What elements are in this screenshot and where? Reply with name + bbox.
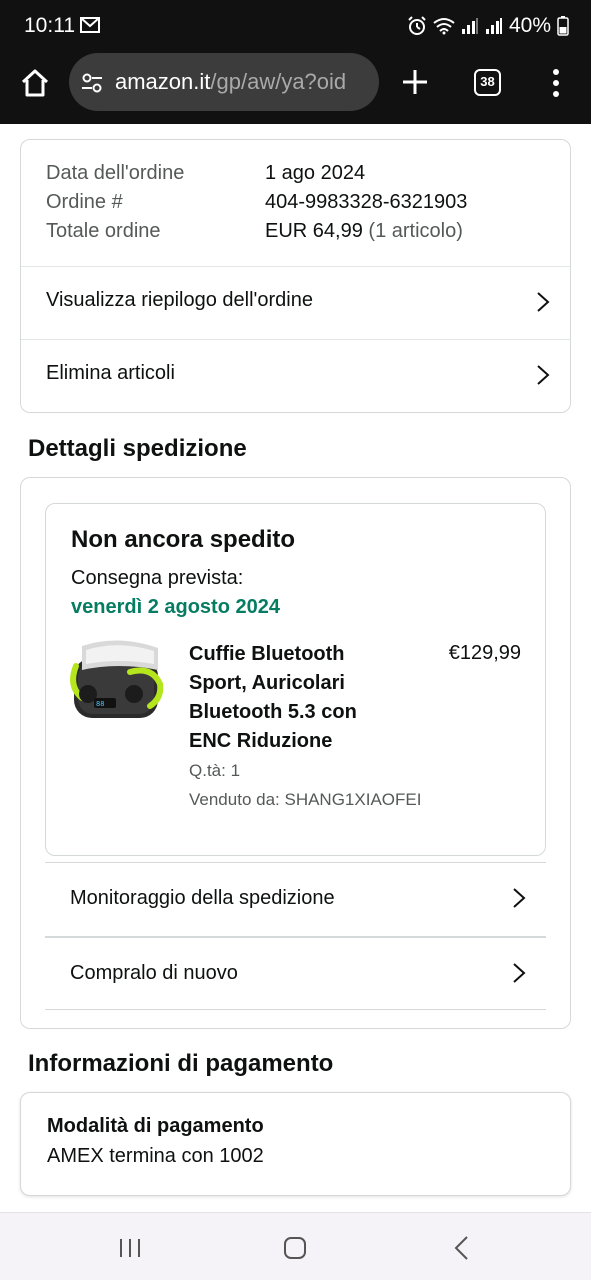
- product-title[interactable]: Cuffie Bluetooth Sport, Auricolari Bluet…: [189, 640, 399, 756]
- chevron-right-icon: [537, 365, 550, 385]
- product-image[interactable]: 88: [68, 636, 168, 728]
- status-bar: 10:11 40%: [0, 0, 591, 52]
- mail-icon: [80, 17, 100, 33]
- order-number-label: Ordine #: [46, 191, 123, 213]
- back-icon[interactable]: [450, 1235, 476, 1261]
- tab-switcher-button[interactable]: 38: [474, 69, 501, 96]
- delivery-estimate-label: Consegna prevista:: [71, 567, 244, 589]
- signal-icon-2: [485, 18, 502, 34]
- order-date-label: Data dell'ordine: [46, 162, 185, 184]
- order-info-card: Data dell'ordine 1 ago 2024 Ordine # 404…: [20, 139, 571, 413]
- payment-card: Modalità di pagamento AMEX termina con 1…: [20, 1092, 571, 1196]
- order-total-amount: EUR 64,99: [265, 220, 363, 242]
- chevron-right-icon: [537, 292, 550, 312]
- delete-items-link[interactable]: Elimina articoli: [21, 339, 570, 412]
- signal-icon: [461, 18, 478, 34]
- url-text[interactable]: amazon.it/gp/aw/ya?oid: [115, 69, 346, 95]
- alarm-icon: [408, 16, 426, 35]
- wifi-icon: [433, 18, 455, 35]
- payment-method-value: AMEX termina con 1002: [47, 1145, 264, 1167]
- shipping-card: Non ancora spedito Consegna prevista: ve…: [20, 477, 571, 1029]
- new-tab-icon[interactable]: [400, 67, 430, 97]
- order-date-value: 1 ago 2024: [265, 162, 366, 184]
- system-navigation-bar: [0, 1212, 591, 1280]
- battery-percent: 40%: [508, 14, 551, 37]
- payment-section-title: Informazioni di pagamento: [28, 1050, 334, 1077]
- address-bar[interactable]: amazon.it/gp/aw/ya?oid: [69, 53, 379, 111]
- svg-text:88: 88: [96, 700, 104, 708]
- buy-again-link[interactable]: Compralo di nuovo: [45, 936, 546, 1010]
- battery-icon: [557, 16, 569, 36]
- page-content: Data dell'ordine 1 ago 2024 Ordine # 404…: [0, 124, 591, 1212]
- product-quantity: Q.tà: 1: [189, 761, 241, 780]
- clock: 10:11: [24, 14, 75, 37]
- site-settings-icon[interactable]: [81, 72, 103, 94]
- product-seller: Venduto da: SHANG1XIAOFEI: [189, 790, 422, 809]
- chevron-right-icon: [513, 963, 526, 983]
- status-icons: 40%: [407, 13, 569, 39]
- shipment-box: Non ancora spedito Consegna prevista: ve…: [45, 503, 546, 856]
- home-nav-icon[interactable]: [282, 1235, 308, 1261]
- chevron-right-icon: [513, 888, 526, 908]
- product-price: €129,99: [448, 642, 521, 664]
- more-menu-icon[interactable]: [548, 68, 564, 98]
- order-number-value: 404-9983328-6321903: [265, 191, 468, 213]
- order-total-value: EUR 64,99 (1 articolo): [265, 220, 463, 243]
- delete-items-label: Elimina articoli: [46, 362, 175, 384]
- track-shipment-label: Monitoraggio della spedizione: [70, 887, 335, 909]
- browser-toolbar: amazon.it/gp/aw/ya?oid 38: [0, 52, 591, 124]
- recent-apps-icon[interactable]: [117, 1235, 143, 1261]
- track-shipment-link[interactable]: Monitoraggio della spedizione: [45, 862, 546, 936]
- view-order-summary-link[interactable]: Visualizza riepilogo dell'ordine: [21, 266, 570, 339]
- order-item-count: (1 articolo): [368, 220, 463, 242]
- shipping-section-title: Dettagli spedizione: [28, 435, 247, 462]
- url-domain: amazon.it: [115, 69, 211, 94]
- url-path: /gp/aw/ya?oid: [210, 69, 347, 94]
- payment-method-label: Modalità di pagamento: [47, 1115, 264, 1137]
- view-order-summary-label: Visualizza riepilogo dell'ordine: [46, 289, 313, 311]
- shipment-status: Non ancora spedito: [71, 526, 296, 553]
- home-icon[interactable]: [20, 68, 50, 98]
- buy-again-label: Compralo di nuovo: [70, 962, 238, 984]
- delivery-estimate-date: venerdì 2 agosto 2024: [71, 596, 280, 618]
- order-total-label: Totale ordine: [46, 220, 161, 242]
